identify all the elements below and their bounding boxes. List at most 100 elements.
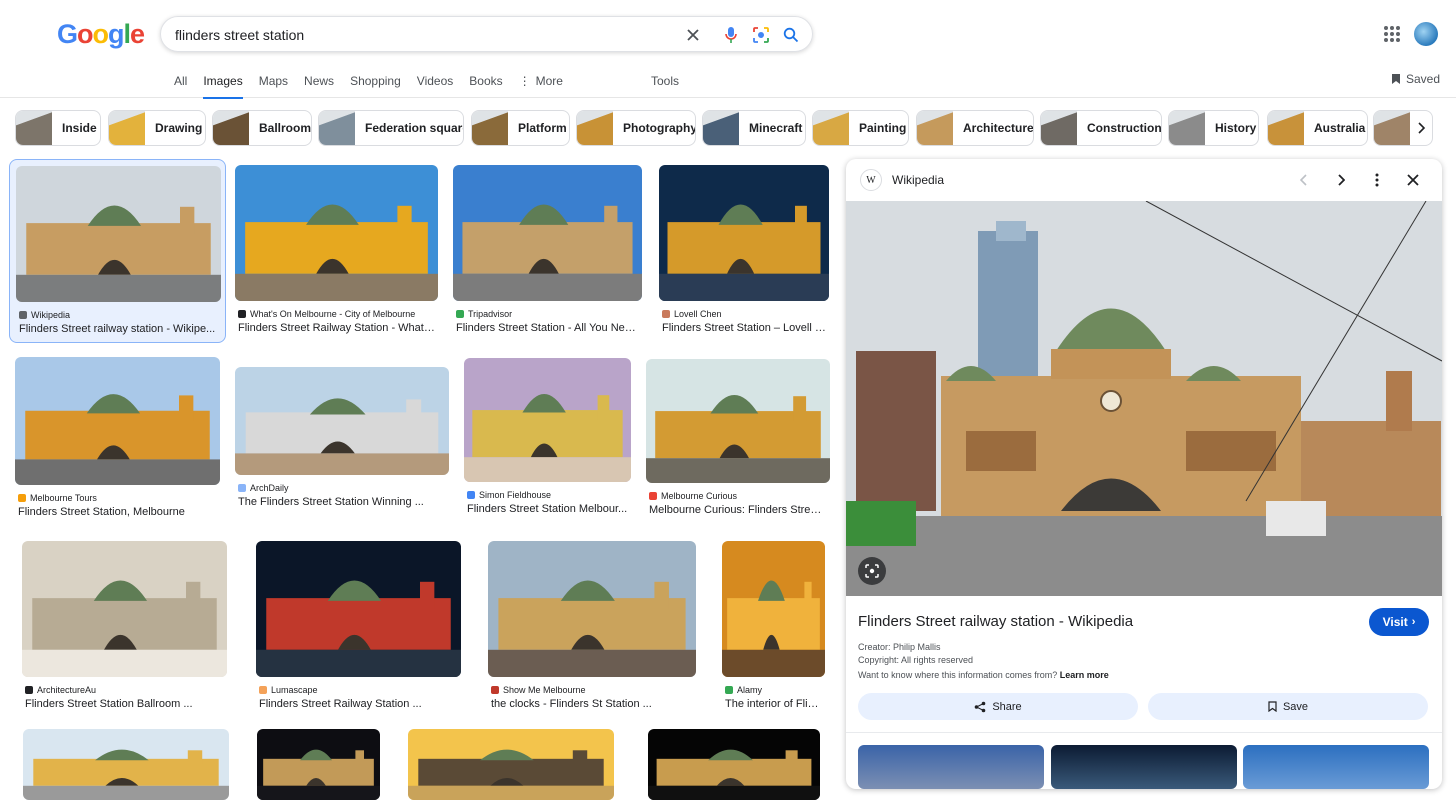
result-title[interactable]: The Flinders Street Station Winning ... [238,496,446,508]
image-result[interactable]: ArchDaily The Flinders Street Station Win… [235,367,449,511]
more-vert-icon: ⋮ [518,74,531,88]
result-title[interactable]: Flinders Street Station - All You Nee... [456,322,639,334]
result-title[interactable]: the clocks - Flinders St Station ... [491,698,693,710]
visit-button[interactable]: Visit › [1369,608,1429,636]
save-button[interactable]: Save [1148,693,1428,720]
avatar[interactable] [1414,22,1438,46]
tools-button[interactable]: Tools [651,74,679,88]
chip-10[interactable]: History [1168,110,1259,146]
result-thumbnail [235,165,438,301]
image-result[interactable]: What's On Melbourne - City of Melbourne F… [235,165,438,337]
chip-label: Construction [1087,121,1162,135]
previous-icon[interactable] [1295,171,1313,189]
image-result[interactable] [648,729,820,800]
preview-title[interactable]: Flinders Street railway station - Wikipe… [858,613,1133,630]
source-favicon-icon [725,686,733,694]
microphone-icon[interactable] [721,25,741,45]
image-result[interactable]: Simon Fieldhouse Flinders Street Station … [464,358,631,518]
save-label: Save [1282,700,1309,713]
image-result[interactable]: Wikipedia Flinders Street railway station… [9,159,226,343]
result-thumbnail [464,358,631,482]
close-panel-icon[interactable] [1404,171,1422,189]
image-result[interactable]: Tripadvisor Flinders Street Station - All… [453,165,642,337]
tab-shopping[interactable]: Shopping [350,74,401,99]
panel-site[interactable]: W Wikipedia [860,169,944,191]
chip-thumbnail [1041,111,1077,145]
chip-7[interactable]: Painting [812,110,909,146]
result-thumbnail [22,541,227,677]
result-thumbnail [646,359,830,483]
image-result[interactable] [257,729,380,800]
chip-2[interactable]: Ballroom [212,110,312,146]
chip-thumbnail [109,111,145,145]
result-title[interactable]: Flinders Street Railway Station - What .… [238,322,435,334]
result-title[interactable]: Flinders Street Station, Melbourne [18,506,217,518]
chip-thumbnail [577,111,613,145]
next-icon[interactable] [1332,171,1350,189]
chip-9[interactable]: Construction [1040,110,1162,146]
tab-news[interactable]: News [304,74,334,99]
result-title[interactable]: Flinders Street Station Ballroom ... [25,698,224,710]
related-image[interactable] [1051,745,1237,789]
close-icon[interactable] [683,25,703,45]
chevron-right-icon[interactable] [1412,119,1430,137]
tab-books[interactable]: Books [469,74,502,99]
lens-icon[interactable] [751,25,771,45]
learn-more-link[interactable]: Learn more [1060,670,1109,680]
chip-thumbnail [703,111,739,145]
chip-4[interactable]: Platform [471,110,570,146]
result-thumbnail [256,541,461,677]
chip-6[interactable]: Minecraft [702,110,806,146]
info-question: Want to know where this information come… [858,670,1058,680]
chip-11[interactable]: Australia [1267,110,1368,146]
image-result[interactable]: Melbourne Curious Melbourne Curious: Flin… [646,359,830,519]
result-title[interactable]: Melbourne Curious: Flinders Street ... [649,504,827,516]
share-button[interactable]: Share [858,693,1138,720]
image-result[interactable]: Lovell Chen Flinders Street Station – Lov… [659,165,829,337]
result-title[interactable]: The interior of Flind... [725,698,822,710]
result-title[interactable]: Flinders Street Station – Lovell C... [662,322,826,334]
search-bar [160,16,813,52]
chip-0[interactable]: Inside [15,110,101,146]
chip-thumbnail [319,111,355,145]
tab-videos[interactable]: Videos [417,74,453,99]
result-title[interactable]: Flinders Street Station Melbour... [467,503,628,515]
more-options-icon[interactable] [1368,171,1386,189]
source-favicon-icon [649,492,657,500]
chip-8[interactable]: Architecture [916,110,1034,146]
image-result[interactable] [408,729,614,800]
image-result[interactable]: Alamy The interior of Flind... [722,541,825,713]
result-source: Lovell Chen [662,309,722,319]
result-title[interactable]: Flinders Street Railway Station ... [259,698,458,710]
result-source: Alamy [725,685,762,695]
search-inside-image-icon[interactable] [858,557,886,585]
image-result[interactable]: ArchitectureAu Flinders Street Station Ba… [22,541,227,713]
tab-all[interactable]: All [174,74,187,99]
source-name: Melbourne Tours [30,493,97,503]
result-title[interactable]: Flinders Street railway station - Wikipe… [19,323,218,335]
chip-3[interactable]: Federation square [318,110,464,146]
image-result[interactable] [23,729,229,800]
tab-maps[interactable]: Maps [259,74,288,99]
image-result[interactable]: Show Me Melbourne the clocks - Flinders S… [488,541,696,713]
result-thumbnail [408,729,614,800]
image-result[interactable]: Lumascape Flinders Street Railway Station… [256,541,461,713]
tab-more[interactable]: ⋮ More [519,74,563,99]
source-favicon-icon [491,686,499,694]
chip-1[interactable]: Drawing [108,110,206,146]
result-source: Tripadvisor [456,309,512,319]
chip-5[interactable]: Photography [576,110,696,146]
google-logo[interactable]: Google [57,19,145,50]
related-image[interactable] [858,745,1044,789]
tab-images[interactable]: Images [203,74,243,99]
search-input[interactable] [175,23,655,47]
apps-grid-icon[interactable] [1384,26,1400,42]
preview-image[interactable] [846,201,1442,596]
related-image[interactable] [1243,745,1429,789]
image-result[interactable]: Melbourne Tours Flinders Street Station, … [15,357,220,521]
saved-button[interactable]: Saved [1391,72,1440,86]
panel-site-name: Wikipedia [892,173,945,187]
result-thumbnail [659,165,829,301]
search-icon[interactable] [781,25,801,45]
result-thumbnail [722,541,825,677]
